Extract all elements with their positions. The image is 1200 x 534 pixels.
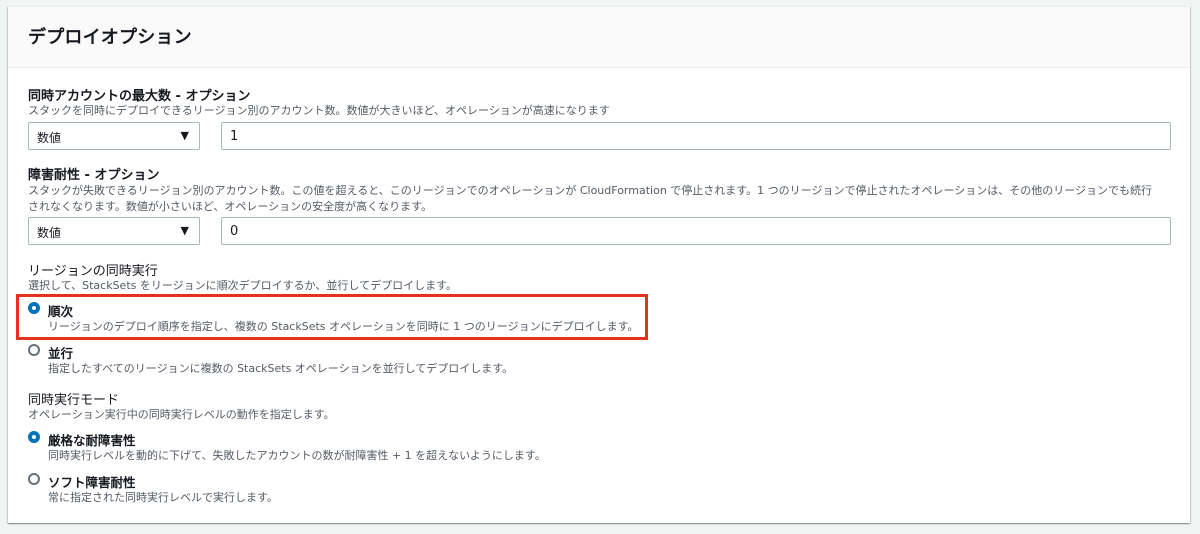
failure-tolerance-label: 障害耐性 - オプション [28, 168, 160, 183]
region-concurrency-description: 選択して、StackSets をリージョンに順次デプロイするか、並行してデプロイ… [28, 279, 457, 292]
failure-tolerance-description-line2: されなくなります。数値が小さいほど、オペレーションの安全度が高くなります。 [28, 200, 433, 213]
radio-option-description: 指定したすべてのリージョンに複数の StackSets オペレーションを並行して… [48, 362, 514, 375]
radio-option-description: 常に指定された同時実行レベルで実行します。 [48, 491, 278, 504]
max-concurrent-input[interactable] [221, 122, 1171, 150]
region-concurrency-label: リージョンの同時実行 [28, 264, 158, 279]
radio-option-description: 同時実行レベルを動的に下げて、失敗したアカウントの数が耐障害性 + 1 を超えな… [48, 449, 546, 462]
panel-title: デプロイオプション [28, 27, 192, 48]
panel-header: デプロイオプション [8, 7, 1190, 68]
radio-button-checked[interactable] [28, 431, 40, 443]
concurrency-mode-label: 同時実行モード [28, 393, 120, 408]
radio-button[interactable] [28, 344, 40, 356]
radio-option-description: リージョンのデプロイ順序を指定し、複数の StackSets オペレーションを同… [48, 320, 639, 333]
failure-tolerance-input[interactable] [221, 217, 1171, 245]
max-concurrent-label: 同時アカウントの最大数 - オプション [28, 89, 251, 104]
failure-tolerance-type-value: 数値 [37, 226, 62, 240]
max-concurrent-description: スタックを同時にデプロイできるリージョン別のアカウント数。数値が大きいほど、オペ… [28, 104, 610, 117]
deploy-options-panel: デプロイオプション 同時アカウントの最大数 - オプション スタックを同時にデプ… [8, 6, 1190, 523]
max-concurrent-type-select[interactable]: 数値 ▼ [28, 122, 200, 150]
caret-down-icon: ▼ [180, 129, 189, 142]
concurrency-mode-description: オペレーション実行中の同時実行レベルの動作を指定します。 [28, 408, 335, 421]
radio-button[interactable] [28, 473, 40, 485]
max-concurrent-type-value: 数値 [37, 131, 62, 145]
radio-button-checked[interactable] [28, 302, 40, 314]
failure-tolerance-description-line1: スタックが失敗できるリージョン別のアカウント数。この値を超えると、このリージョン… [28, 184, 1153, 197]
failure-tolerance-type-select[interactable]: 数値 ▼ [28, 217, 200, 245]
caret-down-icon: ▼ [180, 224, 189, 237]
